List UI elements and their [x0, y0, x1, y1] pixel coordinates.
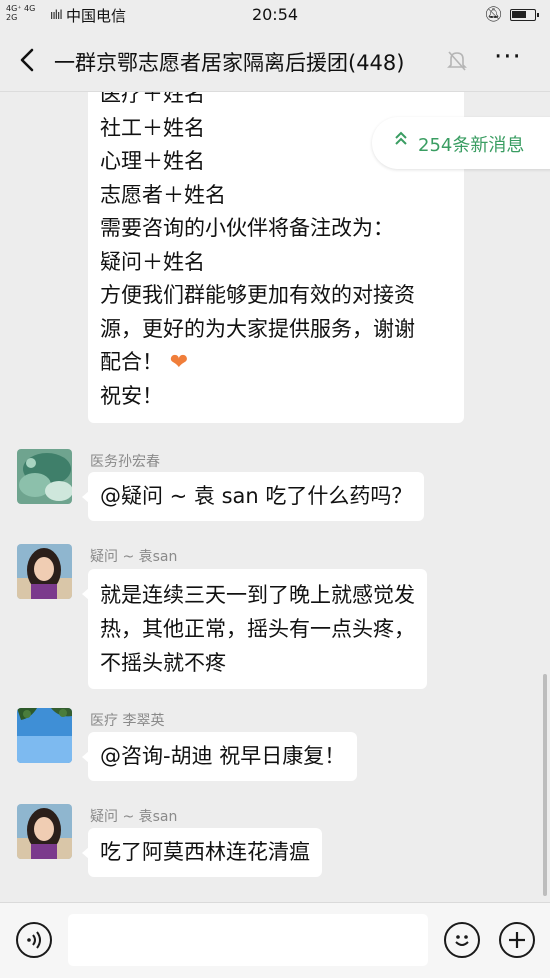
message-text: 吃了阿莫西林连花清瘟: [100, 840, 310, 864]
plus-icon: [509, 932, 525, 948]
message-line: 热，其他正常，摇头有一点头疼，: [100, 617, 415, 641]
emoji-button[interactable]: [444, 922, 480, 958]
more-button[interactable]: ···: [494, 42, 522, 72]
message-line: 源，更好的为大家提供服务，谢谢: [100, 316, 415, 341]
back-button[interactable]: [16, 44, 46, 76]
avatar[interactable]: [17, 804, 72, 859]
chevron-left-icon: [20, 48, 34, 72]
voice-icon: [27, 931, 41, 949]
message-line: 配合！ ❤: [100, 346, 452, 380]
avatar[interactable]: [17, 708, 72, 763]
sender-name: 医务孙宏春: [90, 454, 160, 470]
chat-title: 一群京鄂志愿者居家隔离后援团(448): [54, 51, 405, 75]
bell-muted-icon: [447, 50, 467, 77]
message-text: 配合！: [100, 350, 163, 374]
chat-messages[interactable]: 医疗＋姓名 社工＋姓名 心理＋姓名 志愿者＋姓名 需要咨询的小伙伴将备注改为： …: [0, 92, 550, 902]
sender-name: 疑问 ~ 袁san: [90, 549, 178, 565]
status-bar: 4G⁺ 4G 2G ıılıl 中国电信 20:54 🔕︎: [0, 0, 550, 30]
message-bubble[interactable]: 就是连续三天一到了晚上就感觉发 热，其他正常，摇头有一点头疼， 不摇头就不疼: [82, 569, 427, 689]
scrollbar[interactable]: [543, 674, 547, 896]
message-line: 祝安！: [100, 383, 163, 408]
emoji-icon: [455, 935, 469, 946]
message-line: 不摇头就不疼: [100, 651, 226, 675]
double-chevron-up-icon: [394, 130, 408, 151]
message-input[interactable]: [68, 914, 428, 966]
avatar[interactable]: [17, 544, 72, 599]
message-line: 方便我们群能够更加有效的对接资: [100, 283, 415, 307]
bell-muted-icon: 🔕︎: [484, 5, 504, 23]
message-text: @疑问 ~ 袁 san 吃了什么药吗？: [100, 484, 413, 508]
plus-button[interactable]: [499, 922, 535, 958]
clock: 20:54: [251, 5, 299, 24]
message-bubble[interactable]: @疑问 ~ 袁 san 吃了什么药吗？: [82, 472, 425, 521]
sender-name: 疑问 ~ 袁san: [90, 809, 178, 825]
message-line: 就是连续三天一到了晚上就感觉发: [100, 583, 415, 607]
message-bubble[interactable]: 吃了阿莫西林连花清瘟: [82, 828, 322, 877]
new-messages-label: 254条新消息: [418, 135, 525, 156]
message-line: 疑问＋姓名: [100, 249, 205, 274]
message-line: 医疗＋姓名: [100, 92, 205, 106]
battery-icon: [510, 9, 539, 21]
input-bar: [0, 902, 550, 978]
message-text: @咨询-胡迪 祝早日康复！: [100, 744, 346, 768]
voice-button[interactable]: [16, 922, 52, 958]
heart-emoji-icon: ❤: [169, 350, 189, 375]
new-messages-button[interactable]: 254条新消息: [372, 117, 550, 169]
avatar[interactable]: [17, 449, 72, 504]
message-bubble[interactable]: @咨询-胡迪 祝早日康复！: [82, 732, 358, 781]
sender-name: 医疗 李翠英: [90, 713, 165, 729]
chat-header: 一群京鄂志愿者居家隔离后援团(448) ···: [0, 30, 550, 92]
message-line: 需要咨询的小伙伴将备注改为：: [100, 216, 394, 240]
message-line: 志愿者＋姓名: [100, 182, 226, 207]
